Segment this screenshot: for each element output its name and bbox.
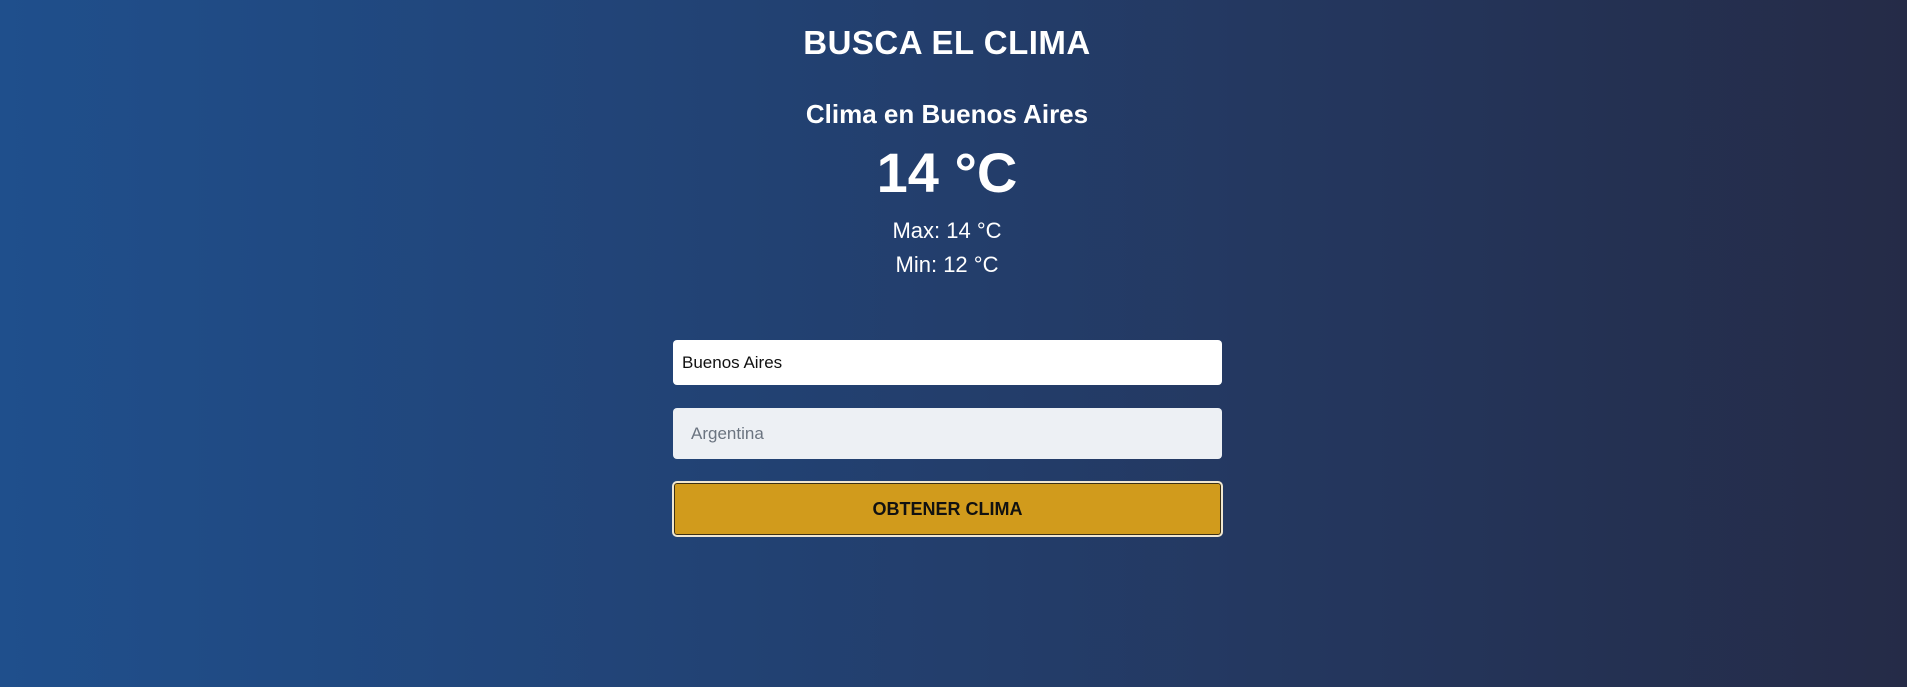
city-input[interactable] xyxy=(673,340,1222,385)
location-heading: Clima en Buenos Aires xyxy=(805,99,1089,129)
get-weather-button[interactable]: OBTENER CLIMA xyxy=(672,481,1223,537)
current-temperature: 14 °C xyxy=(876,141,1018,204)
min-temperature: Min: 12 °C xyxy=(895,252,999,277)
country-input[interactable] xyxy=(673,408,1222,459)
max-temperature: Max: 14 °C xyxy=(892,218,1002,243)
search-form: OBTENER CLIMA xyxy=(672,340,1223,537)
weather-app: BUSCA EL CLIMA Clima en Buenos Aires 14 … xyxy=(0,0,1907,687)
page-title: BUSCA EL CLIMA xyxy=(803,24,1091,61)
weather-result: Clima en Buenos Aires 14 °C Max: 14 °C M… xyxy=(0,96,1894,282)
